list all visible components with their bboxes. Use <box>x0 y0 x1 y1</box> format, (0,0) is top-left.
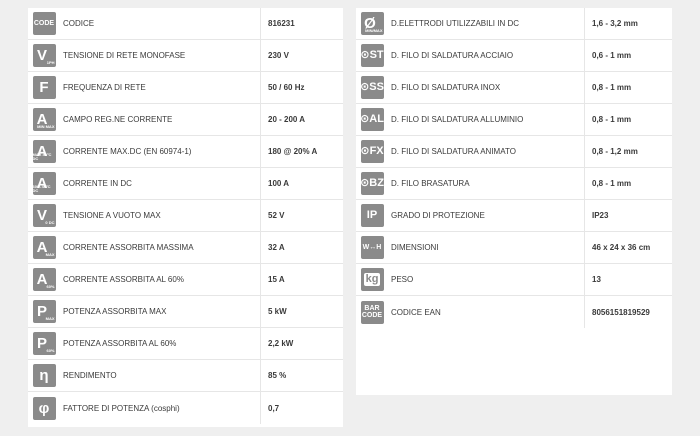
power-60-icon: P 60% <box>32 332 56 355</box>
flux-wire-icon: ⊙FX <box>360 140 384 163</box>
spec-row: ⊙AL D. FILO DI SALDATURA ALLUMINIO 0,8 - 1… <box>356 104 672 136</box>
spec-label: CORRENTE MAX.DC (EN 60974-1) <box>63 147 192 156</box>
power-factor-icon: φ <box>32 396 56 420</box>
barcode-icon: BAR CODE <box>360 300 384 324</box>
spec-row: A 60% 40°C DC CORRENTE IN DC 100 A <box>28 168 343 200</box>
spec-value: 5 kW <box>268 307 287 316</box>
spec-row: A 60% CORRENTE ASSORBITA AL 60% 15 A <box>28 264 343 296</box>
spec-value: 0,8 - 1 mm <box>592 83 632 92</box>
spec-label: TENSIONE A VUOTO MAX <box>63 211 161 220</box>
dimensions-icon: W↔H <box>360 236 384 259</box>
spec-label: CODICE <box>63 19 95 28</box>
spec-row: V0 DC TENSIONE A VUOTO MAX 52 V <box>28 200 343 232</box>
spec-label: D. FILO DI SALDATURA ALLUMINIO <box>391 115 524 124</box>
spec-value: 8056151819529 <box>592 307 650 317</box>
voltage-1ph-icon: V 1PH <box>32 44 56 67</box>
spec-label: POTENZA ASSORBITA MAX <box>63 307 167 316</box>
spec-row: A MAX 40°C DC CORRENTE MAX.DC (EN 60974-1)… <box>28 136 343 168</box>
spec-label: D. FILO DI SALDATURA ANIMATO <box>391 147 516 156</box>
spec-label: D. FILO DI SALDATURA INOX <box>391 83 501 92</box>
spec-row: ⊙SS D. FILO DI SALDATURA INOX 0,8 - 1 mm <box>356 72 672 104</box>
spec-value: 0,6 - 1 mm <box>592 51 632 60</box>
spec-row: kg PESO 13 <box>356 264 672 296</box>
spec-row: A MAX CORRENTE ASSORBITA MASSIMA 32 A <box>28 232 343 264</box>
spec-label: D. FILO DI SALDATURA ACCIAIO <box>391 51 514 60</box>
current-max-dc-icon: A MAX 40°C DC <box>32 140 56 163</box>
spec-value: 180 @ 20% A <box>268 147 318 156</box>
specs-panel-right: Ø MIN/MAX D.ELETTRODI UTILIZZABILI IN DC 1,… <box>356 8 672 395</box>
protection-grade-icon: IP <box>360 204 384 227</box>
current-absorbed-60-icon: A 60% <box>32 268 56 291</box>
open-voltage-icon: V0 DC <box>32 204 56 227</box>
spec-value: 15 A <box>268 275 285 284</box>
spec-row: P MAX POTENZA ASSORBITA MAX 5 kW <box>28 296 343 328</box>
spec-value: 50 / 60 Hz <box>268 83 305 92</box>
spec-value: 13 <box>592 275 601 284</box>
spec-label: CORRENTE IN DC <box>63 179 132 188</box>
spec-row: Ø MIN/MAX D.ELETTRODI UTILIZZABILI IN DC 1,… <box>356 8 672 40</box>
spec-row: φ FATTORE DI POTENZA (cosphi) 0,7 <box>28 392 343 424</box>
spec-value: 100 A <box>268 179 290 188</box>
weight-icon: kg <box>360 268 384 291</box>
spec-row: A MIN MAX CAMPO REG.NE CORRENTE 20 - 200 A <box>28 104 343 136</box>
spec-label: CORRENTE ASSORBITA MASSIMA <box>63 243 194 252</box>
spec-value: IP23 <box>592 211 609 220</box>
spec-label: D. FILO BRASATURA <box>391 179 470 188</box>
spec-label: FREQUENZA DI RETE <box>63 83 146 92</box>
spec-row: ⊙BZ D. FILO BRASATURA 0,8 - 1 mm <box>356 168 672 200</box>
spec-row: η RENDIMENTO 85 % <box>28 360 343 392</box>
spec-row: IP GRADO DI PROTEZIONE IP23 <box>356 200 672 232</box>
power-max-icon: P MAX <box>32 300 56 323</box>
spec-value: 816231 <box>268 19 295 28</box>
current-dc-icon: A 60% 40°C DC <box>32 172 56 195</box>
spec-label: CAMPO REG.NE CORRENTE <box>63 115 173 124</box>
spec-label: CODICE EAN <box>391 307 441 317</box>
aluminium-wire-icon: ⊙AL <box>360 108 384 131</box>
spec-value: 85 % <box>268 371 287 380</box>
current-range-icon: A MIN MAX <box>32 108 56 131</box>
spec-value: 20 - 200 A <box>268 115 306 124</box>
spec-label: DIMENSIONI <box>391 243 439 252</box>
spec-value: 1,6 - 3,2 mm <box>592 19 638 28</box>
stainless-wire-icon: ⊙SS <box>360 76 384 99</box>
spec-label: FATTORE DI POTENZA (cosphi) <box>63 403 180 413</box>
electrode-diameter-icon: Ø MIN/MAX <box>360 12 384 35</box>
spec-value: 32 A <box>268 243 285 252</box>
spec-value: 2,2 kW <box>268 339 294 348</box>
spec-label: RENDIMENTO <box>63 371 117 380</box>
efficiency-icon: η <box>32 364 56 387</box>
spec-value: 0,7 <box>268 403 280 413</box>
spec-label: TENSIONE DI RETE MONOFASE <box>63 51 186 60</box>
spec-row: BAR CODE CODICE EAN 8056151819529 <box>356 296 672 328</box>
spec-value: 230 V <box>268 51 289 60</box>
frequency-icon: F <box>32 76 56 99</box>
spec-label: D.ELETTRODI UTILIZZABILI IN DC <box>391 19 520 28</box>
spec-value: 52 V <box>268 211 285 220</box>
spec-label: PESO <box>391 275 414 284</box>
brazing-wire-icon: ⊙BZ <box>360 172 384 195</box>
spec-value: 0,8 - 1 mm <box>592 115 632 124</box>
spec-row: ⊙ST D. FILO DI SALDATURA ACCIAIO 0,6 - 1 m… <box>356 40 672 72</box>
spec-value: 0,8 - 1 mm <box>592 179 632 188</box>
spec-label: CORRENTE ASSORBITA AL 60% <box>63 275 184 284</box>
spec-row: F FREQUENZA DI RETE 50 / 60 Hz <box>28 72 343 104</box>
steel-wire-icon: ⊙ST <box>360 44 384 67</box>
spec-row: V 1PH TENSIONE DI RETE MONOFASE 230 V <box>28 40 343 72</box>
current-absorbed-max-icon: A MAX <box>32 236 56 259</box>
specs-panel-left: CODE CODICE 816231 V 1PH TENSIONE DI RETE MON… <box>28 8 343 427</box>
spec-row: CODE CODICE 816231 <box>28 8 343 40</box>
spec-row: ⊙FX D. FILO DI SALDATURA ANIMATO 0,8 - 1,2… <box>356 136 672 168</box>
spec-value: 46 x 24 x 36 cm <box>592 243 651 252</box>
code-icon: CODE <box>32 12 56 35</box>
spec-row: P 60% POTENZA ASSORBITA AL 60% 2,2 kW <box>28 328 343 360</box>
spec-label: GRADO DI PROTEZIONE <box>391 211 485 220</box>
spec-label: POTENZA ASSORBITA AL 60% <box>63 339 177 348</box>
spec-value: 0,8 - 1,2 mm <box>592 147 638 156</box>
spec-row: W↔H DIMENSIONI 46 x 24 x 36 cm <box>356 232 672 264</box>
